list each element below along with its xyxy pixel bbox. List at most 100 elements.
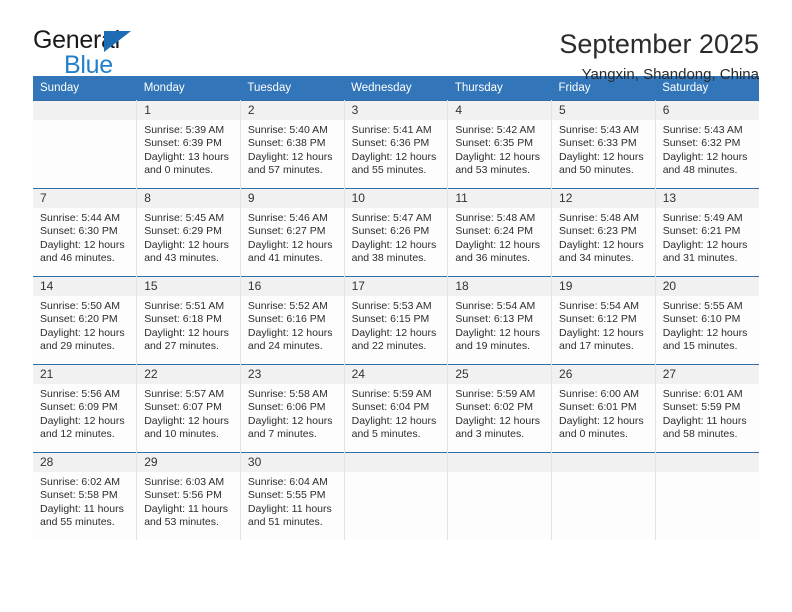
day-cell-content (448, 453, 552, 540)
sunrise-text: Sunrise: 5:54 AM (455, 300, 536, 312)
sunrise-text: Sunrise: 5:43 AM (662, 124, 743, 136)
sunset-text: Sunset: 6:02 PM (455, 401, 533, 414)
calendar-day-cell[interactable]: 8 Sunrise: 5:45 AM Sunset: 6:29 PM Daylight… (136, 188, 241, 277)
calendar-week-row: 7 Sunrise: 5:44 AM Sunset: 6:30 PM Daylight… (33, 188, 759, 277)
calendar-day-cell[interactable]: 19 Sunrise: 5:54 AM Sunset: 6:12 PM Dayligh… (551, 276, 656, 365)
day-number: 21 (33, 365, 137, 384)
calendar-day-cell[interactable]: 13 Sunrise: 5:49 AM Sunset: 6:21 PM Dayligh… (655, 188, 759, 277)
calendar-day-cell[interactable]: 10 Sunrise: 5:47 AM Sunset: 6:26 PM Dayligh… (344, 188, 449, 277)
calendar-day-cell[interactable]: 11 Sunrise: 5:48 AM Sunset: 6:24 PM Dayligh… (447, 188, 553, 277)
sunrise-text: Sunrise: 5:53 AM (351, 300, 432, 312)
daylight-text: Daylight: 12 hours and 43 minutes. (144, 238, 229, 265)
day-sun-info: Sunrise: 5:53 AM Sunset: 6:15 PM Daylight:… (345, 296, 448, 354)
daylight-text: Daylight: 12 hours and 46 minutes. (40, 238, 125, 265)
daylight-text: Daylight: 12 hours and 41 minutes. (247, 238, 333, 265)
day-sun-info: Sunrise: 5:47 AM Sunset: 6:26 PM Daylight:… (345, 208, 448, 266)
day-number: 9 (240, 189, 344, 208)
sunset-text: Sunset: 6:09 PM (40, 401, 118, 414)
sunset-text: Sunset: 6:18 PM (144, 313, 222, 326)
sunrise-text: Sunrise: 5:47 AM (351, 212, 432, 224)
calendar-day-cell[interactable]: 2 Sunrise: 5:40 AM Sunset: 6:38 PM Daylight… (240, 100, 345, 189)
day-sun-info: Sunrise: 5:50 AM Sunset: 6:20 PM Daylight:… (33, 296, 136, 354)
sunrise-text: Sunrise: 5:44 AM (40, 212, 120, 224)
calendar-day-cell[interactable]: 29 Sunrise: 6:03 AM Sunset: 5:56 PM Dayligh… (136, 452, 241, 540)
day-cell-content (552, 453, 655, 540)
day-number: 13 (655, 189, 759, 208)
calendar-page: General Blue September 2025 Yangxin, Sha… (0, 0, 792, 612)
day-number: 1 (137, 101, 240, 120)
calendar-day-cell[interactable]: 3 Sunrise: 5:41 AM Sunset: 6:36 PM Daylight… (344, 100, 449, 189)
sunset-text: Sunset: 5:59 PM (662, 401, 741, 414)
day-cell-content: 19 Sunrise: 5:54 AM Sunset: 6:12 PM Dayligh… (552, 277, 655, 364)
calendar-day-cell[interactable]: 6 Sunrise: 5:43 AM Sunset: 6:32 PM Daylight… (655, 100, 759, 189)
calendar-day-cell[interactable]: 5 Sunrise: 5:43 AM Sunset: 6:33 PM Daylight… (551, 100, 656, 189)
day-cell-content: 9 Sunrise: 5:46 AM Sunset: 6:27 PM Daylight… (240, 189, 344, 276)
sunrise-text: Sunrise: 5:57 AM (144, 388, 225, 400)
calendar-day-cell[interactable]: 14 Sunrise: 5:50 AM Sunset: 6:20 PM Dayligh… (33, 276, 138, 365)
sunset-text: Sunset: 5:56 PM (144, 489, 222, 502)
day-cell-content (33, 101, 137, 188)
calendar-day-cell[interactable]: 27 Sunrise: 6:01 AM Sunset: 5:59 PM Dayligh… (655, 364, 759, 453)
day-sun-info: Sunrise: 5:40 AM Sunset: 6:38 PM Daylight:… (241, 120, 344, 178)
day-sun-info: Sunrise: 5:57 AM Sunset: 6:07 PM Daylight:… (137, 384, 240, 442)
sunset-text: Sunset: 6:21 PM (662, 225, 741, 238)
day-number: 6 (655, 101, 759, 120)
calendar-day-cell[interactable]: 15 Sunrise: 5:51 AM Sunset: 6:18 PM Dayligh… (136, 276, 241, 365)
day-sun-info: Sunrise: 5:58 AM Sunset: 6:06 PM Daylight:… (241, 384, 344, 442)
sunset-text: Sunset: 6:26 PM (351, 225, 430, 238)
daylight-text: Daylight: 11 hours and 53 minutes. (144, 502, 229, 529)
calendar-day-cell[interactable]: 16 Sunrise: 5:52 AM Sunset: 6:16 PM Dayligh… (240, 276, 345, 365)
day-cell-content: 23 Sunrise: 5:58 AM Sunset: 6:06 PM Dayligh… (240, 365, 344, 452)
calendar-day-cell[interactable]: 25 Sunrise: 5:59 AM Sunset: 6:02 PM Dayligh… (447, 364, 553, 453)
calendar-day-cell[interactable]: 12 Sunrise: 5:48 AM Sunset: 6:23 PM Dayligh… (551, 188, 656, 277)
calendar-day-cell[interactable]: 23 Sunrise: 5:58 AM Sunset: 6:06 PM Dayligh… (240, 364, 345, 453)
day-cell-content: 6 Sunrise: 5:43 AM Sunset: 6:32 PM Daylight… (655, 101, 759, 188)
sunrise-text: Sunrise: 5:48 AM (559, 212, 639, 224)
daylight-text: Daylight: 12 hours and 48 minutes. (662, 150, 748, 177)
logo-text-blue: Blue (64, 51, 113, 79)
calendar-day-cell[interactable]: 17 Sunrise: 5:53 AM Sunset: 6:15 PM Dayligh… (344, 276, 449, 365)
calendar-day-cell[interactable]: 28 Sunrise: 6:02 AM Sunset: 5:58 PM Dayligh… (33, 452, 138, 540)
sunrise-text: Sunrise: 5:48 AM (455, 212, 536, 224)
calendar-day-cell[interactable]: 7 Sunrise: 5:44 AM Sunset: 6:30 PM Daylight… (33, 188, 138, 277)
day-number: 19 (552, 277, 655, 296)
day-number: 16 (240, 277, 344, 296)
calendar-day-cell[interactable]: 30 Sunrise: 6:04 AM Sunset: 5:55 PM Dayligh… (240, 452, 345, 540)
calendar-day-cell[interactable]: 9 Sunrise: 5:46 AM Sunset: 6:27 PM Daylight… (240, 188, 345, 277)
day-cell-content: 13 Sunrise: 5:49 AM Sunset: 6:21 PM Dayligh… (655, 189, 759, 276)
day-sun-info: Sunrise: 5:41 AM Sunset: 6:36 PM Daylight:… (345, 120, 448, 178)
calendar-day-cell-empty (655, 452, 759, 540)
day-sun-info: Sunrise: 5:43 AM Sunset: 6:32 PM Daylight:… (656, 120, 759, 178)
calendar-day-cell[interactable]: 20 Sunrise: 5:55 AM Sunset: 6:10 PM Dayligh… (655, 276, 759, 365)
calendar-day-cell[interactable]: 21 Sunrise: 5:56 AM Sunset: 6:09 PM Dayligh… (33, 364, 138, 453)
calendar-day-cell[interactable]: 22 Sunrise: 5:57 AM Sunset: 6:07 PM Dayligh… (136, 364, 241, 453)
sunset-text: Sunset: 6:07 PM (144, 401, 222, 414)
day-number: 30 (240, 453, 344, 472)
daylight-text: Daylight: 12 hours and 29 minutes. (40, 326, 125, 353)
daylight-text: Daylight: 12 hours and 3 minutes. (455, 414, 540, 441)
day-cell-content: 2 Sunrise: 5:40 AM Sunset: 6:38 PM Daylight… (240, 101, 344, 188)
calendar-day-cell-empty (344, 452, 449, 540)
sunrise-text: Sunrise: 5:42 AM (455, 124, 536, 136)
calendar-day-cell[interactable]: 24 Sunrise: 5:59 AM Sunset: 6:04 PM Dayligh… (344, 364, 449, 453)
sunset-text: Sunset: 6:35 PM (455, 137, 533, 150)
sunrise-text: Sunrise: 5:50 AM (40, 300, 120, 312)
day-number: 24 (344, 365, 448, 384)
day-cell-content: 5 Sunrise: 5:43 AM Sunset: 6:33 PM Daylight… (552, 101, 655, 188)
sunrise-text: Sunrise: 5:46 AM (247, 212, 328, 224)
sunset-text: Sunset: 6:04 PM (351, 401, 430, 414)
calendar-day-cell[interactable]: 1 Sunrise: 5:39 AM Sunset: 6:39 PM Daylight… (136, 100, 241, 189)
sunset-text: Sunset: 6:15 PM (351, 313, 430, 326)
day-cell-content: 11 Sunrise: 5:48 AM Sunset: 6:24 PM Dayligh… (448, 189, 552, 276)
sunset-text: Sunset: 6:27 PM (247, 225, 326, 238)
sunrise-text: Sunrise: 5:54 AM (559, 300, 639, 312)
calendar-day-cell[interactable]: 26 Sunrise: 6:00 AM Sunset: 6:01 PM Dayligh… (551, 364, 656, 453)
calendar-day-cell[interactable]: 18 Sunrise: 5:54 AM Sunset: 6:13 PM Dayligh… (447, 276, 553, 365)
sunset-text: Sunset: 6:36 PM (351, 137, 430, 150)
day-number: 28 (33, 453, 137, 472)
weekday-header-wednesday: Wednesday (344, 76, 448, 101)
day-cell-content: 12 Sunrise: 5:48 AM Sunset: 6:23 PM Dayligh… (552, 189, 655, 276)
day-number: 14 (33, 277, 137, 296)
calendar-day-cell[interactable]: 4 Sunrise: 5:42 AM Sunset: 6:35 PM Daylight… (447, 100, 553, 189)
daylight-text: Daylight: 12 hours and 5 minutes. (351, 414, 437, 441)
